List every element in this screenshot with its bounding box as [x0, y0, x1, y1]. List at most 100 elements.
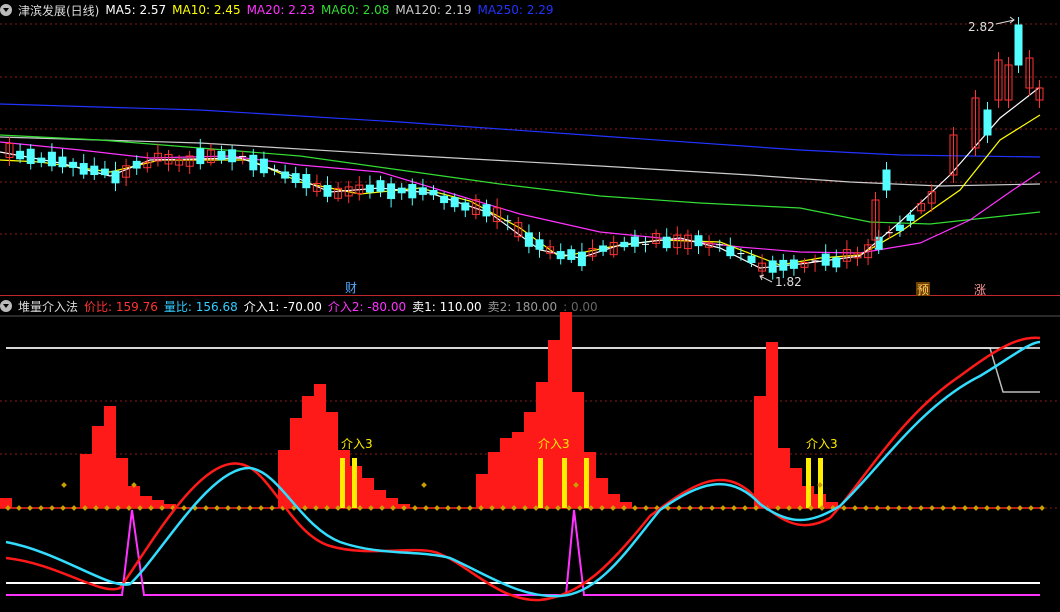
volume-pile-bar	[374, 490, 386, 508]
entry-signal-bar	[352, 458, 357, 508]
candle	[662, 228, 671, 252]
indicator-value-value: 156.68	[195, 299, 238, 314]
candle	[387, 177, 396, 208]
candle	[365, 175, 374, 199]
indicator-value-value: 180.00	[515, 299, 558, 314]
candle	[821, 244, 830, 271]
candle-body	[567, 249, 576, 260]
baseline-dot	[1017, 505, 1023, 511]
candle	[620, 236, 629, 251]
indicator-chart[interactable]: 介入3 介入3 介入3	[0, 296, 1060, 612]
baseline-dot	[995, 505, 1001, 511]
candle-body	[249, 154, 258, 171]
candle	[217, 145, 226, 164]
baseline-dot	[973, 505, 979, 511]
candle	[599, 240, 608, 257]
candle-body	[832, 257, 841, 268]
indicator-value-2: 介入1: -70.00	[244, 300, 322, 314]
baseline-dot	[962, 505, 968, 511]
candle	[567, 245, 576, 263]
candle	[271, 164, 278, 176]
ma-legend: MA5: 2.57 MA10: 2.45 MA20: 2.23 MA60: 2.08 M…	[105, 3, 559, 17]
candle	[630, 229, 639, 253]
chart-menu-icon[interactable]	[0, 4, 12, 16]
candle	[461, 198, 470, 218]
event-marker-rise: 涨	[974, 282, 986, 296]
high-arrow-icon	[995, 16, 1015, 25]
volume-pile-bar	[476, 474, 488, 508]
baseline-dot	[16, 505, 22, 511]
candle-body	[196, 148, 205, 165]
ma-item-label: MA120:	[395, 3, 445, 17]
low-price-label: 1.82	[775, 275, 802, 289]
candle	[69, 158, 78, 177]
baseline-dot	[929, 505, 935, 511]
candle	[789, 254, 798, 276]
candle-body	[100, 168, 109, 176]
candle-body	[323, 184, 332, 197]
ma-item-4: MA120: 2.19	[395, 3, 471, 17]
baseline-dot	[71, 505, 77, 511]
ma-item-label: MA20:	[246, 3, 289, 17]
indicator-value-value: -80.00	[367, 299, 407, 314]
indicator-panel[interactable]: 堆量介入法 价比: 159.76 量比: 156.68 介入1: -70.00 介入2…	[0, 296, 1060, 612]
indicator-value-label: 量比:	[163, 299, 196, 314]
indicator-legend: 价比: 159.76 量比: 156.68 介入1: -70.00 介入2: -80.…	[84, 298, 604, 315]
volume-pile-bar	[766, 342, 778, 508]
baseline-dot	[225, 505, 231, 511]
candle	[228, 145, 237, 171]
stock-title: 津滨发展(日线)	[18, 3, 100, 18]
candle	[737, 247, 745, 261]
baseline-dot	[742, 505, 748, 511]
candle-body	[90, 165, 99, 176]
volume-pile-bar	[754, 396, 766, 508]
volume-pile-bar	[608, 494, 620, 508]
candle	[811, 254, 819, 272]
baseline-dot	[632, 505, 638, 511]
baseline-dot	[247, 505, 253, 511]
volume-pile-bar	[790, 468, 802, 508]
candle-body	[429, 189, 438, 196]
baseline-dot	[1039, 505, 1045, 511]
indicator-value-label: 卖2:	[487, 299, 516, 314]
candle-body	[69, 161, 78, 168]
candle	[37, 152, 46, 168]
volume-pile-bar	[290, 418, 302, 508]
volume-pile-bar	[92, 426, 104, 508]
candle-body	[281, 171, 290, 179]
baseline-dot	[951, 505, 957, 511]
entry-signal-label: 介入3	[341, 437, 373, 451]
baseline-dot	[852, 505, 858, 511]
marker-dot	[61, 482, 67, 488]
indicator-value-value: 159.76	[115, 299, 158, 314]
candlestick-chart[interactable]: 2.82 1.82 财 预 涨	[0, 0, 1060, 296]
indicator-menu-icon[interactable]	[0, 300, 12, 312]
candle	[132, 155, 141, 175]
candle-body	[768, 260, 777, 273]
price-chart-panel[interactable]: 津滨发展(日线) MA5: 2.57 MA10: 2.45 MA20: 2.23 MA…	[0, 0, 1060, 296]
baseline-dot	[863, 505, 869, 511]
candle-body	[397, 187, 406, 194]
candle-body	[524, 232, 533, 247]
candle	[546, 239, 555, 260]
baseline-dot	[731, 505, 737, 511]
baseline-dot	[467, 505, 473, 511]
candle	[471, 194, 480, 220]
volume-pile-bar	[572, 392, 584, 508]
volume-pile-bar	[0, 498, 12, 508]
candle	[16, 143, 25, 164]
price-chart-header: 津滨发展(日线) MA5: 2.57 MA10: 2.45 MA20: 2.23 MA…	[0, 0, 566, 20]
baseline-dot	[27, 505, 33, 511]
candle-body	[599, 245, 608, 252]
candle-body	[418, 187, 427, 195]
volume-pile-bar	[362, 478, 374, 508]
indicator-title: 堆量介入法	[18, 299, 79, 314]
candle-body	[111, 170, 120, 184]
candle	[90, 157, 99, 180]
indicator-value-label: 介入1:	[243, 299, 284, 314]
candle	[164, 150, 173, 172]
candle-body	[291, 173, 300, 184]
candle	[726, 237, 735, 259]
ma-item-0: MA5: 2.57	[105, 3, 166, 17]
candle	[259, 151, 268, 178]
